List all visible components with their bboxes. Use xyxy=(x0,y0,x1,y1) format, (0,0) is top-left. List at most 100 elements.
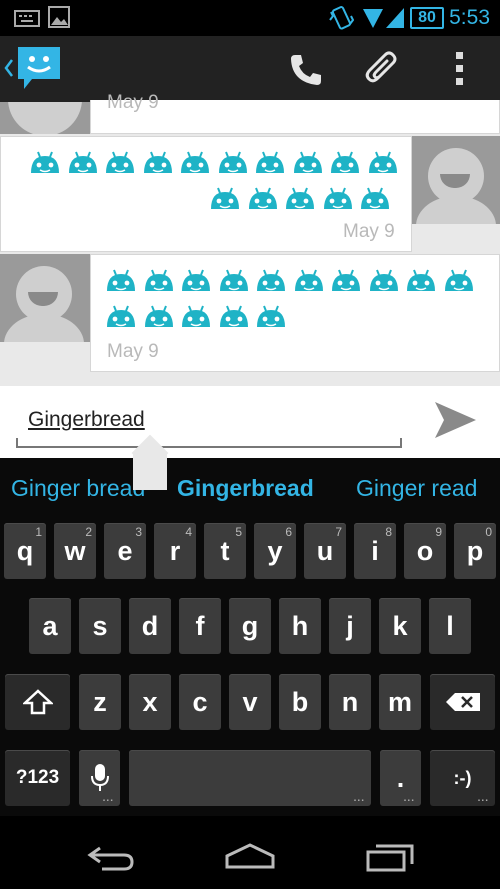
key-p[interactable]: p0 xyxy=(454,523,496,579)
emoji-group xyxy=(105,267,475,337)
recent-apps-icon[interactable] xyxy=(366,842,416,872)
action-bar xyxy=(0,36,500,102)
key-s-label: s xyxy=(92,610,108,641)
key-q[interactable]: q1 xyxy=(4,523,46,579)
android-emoji-icon xyxy=(255,267,287,298)
key-r[interactable]: r4 xyxy=(154,523,196,579)
key-a[interactable]: a xyxy=(29,598,71,654)
space-key[interactable]: ... xyxy=(129,750,371,806)
messaging-app-icon xyxy=(18,47,60,89)
send-icon[interactable] xyxy=(432,398,478,442)
key-m[interactable]: m xyxy=(379,674,421,730)
key-c[interactable]: c xyxy=(179,674,221,730)
backspace-icon xyxy=(445,693,480,711)
symbols-key[interactable]: ?123 xyxy=(5,750,70,806)
key-j[interactable]: j xyxy=(329,598,371,654)
key-d[interactable]: d xyxy=(129,598,171,654)
key-e[interactable]: e3 xyxy=(104,523,146,579)
clock: 5:53 xyxy=(449,6,490,29)
key-c-label: c xyxy=(192,686,208,717)
key-v[interactable]: v xyxy=(229,674,271,730)
android-emoji-icon xyxy=(367,149,399,180)
key-i[interactable]: i8 xyxy=(354,523,396,579)
message-bubble[interactable]: May 9 xyxy=(0,136,412,252)
suggestion-item[interactable]: Ginger bread xyxy=(11,475,145,502)
android-emoji-icon xyxy=(293,267,325,298)
conversation-list[interactable]: May 9 May 9 May 9 xyxy=(0,92,500,386)
key-z[interactable]: z xyxy=(79,674,121,730)
key-q-label: q xyxy=(16,535,34,566)
android-emoji-icon xyxy=(292,149,324,180)
android-emoji-icon xyxy=(29,149,61,180)
android-emoji-icon xyxy=(180,303,212,334)
key-i-label: i xyxy=(371,535,379,566)
android-emoji-icon xyxy=(105,303,137,334)
key-p-label: p xyxy=(466,535,484,566)
message-bubble[interactable]: May 9 xyxy=(90,92,500,134)
key-n[interactable]: n xyxy=(329,674,371,730)
paperclip-icon[interactable] xyxy=(362,50,402,90)
key-l-label: l xyxy=(446,610,454,641)
key-b-label: b xyxy=(291,686,309,717)
suggestion-item[interactable]: Ginger read xyxy=(356,475,477,502)
key-r-label: r xyxy=(169,535,181,566)
keyboard-icon xyxy=(14,10,40,27)
key-a-label: a xyxy=(42,610,58,641)
android-emoji-icon xyxy=(105,267,137,298)
key-y[interactable]: y6 xyxy=(254,523,296,579)
avatar[interactable] xyxy=(0,254,90,342)
key-s[interactable]: s xyxy=(79,598,121,654)
key-hint-number: 8 xyxy=(385,525,392,539)
shift-key[interactable] xyxy=(5,674,70,730)
voice-input-key[interactable]: ... xyxy=(79,750,120,806)
up-button[interactable] xyxy=(0,36,66,102)
avatar[interactable] xyxy=(412,136,500,224)
status-bar: 80 5:53 xyxy=(0,0,500,36)
text-cursor-handle[interactable] xyxy=(131,434,169,490)
key-f[interactable]: f xyxy=(179,598,221,654)
message-bubble[interactable]: May 9 xyxy=(90,254,500,372)
key-l[interactable]: l xyxy=(429,598,471,654)
android-emoji-icon xyxy=(67,149,99,180)
android-emoji-icon xyxy=(179,149,211,180)
key-k[interactable]: k xyxy=(379,598,421,654)
key-k-label: k xyxy=(392,610,408,641)
wifi-icon xyxy=(363,9,383,28)
key-hint-number: 0 xyxy=(485,525,492,539)
emoji-group xyxy=(29,149,399,219)
key-f-label: f xyxy=(195,610,205,641)
key-g[interactable]: g xyxy=(229,598,271,654)
smiley-key[interactable]: :-) ... xyxy=(430,750,495,806)
android-emoji-icon xyxy=(329,149,361,180)
android-emoji-icon xyxy=(180,267,212,298)
key-w[interactable]: w2 xyxy=(54,523,96,579)
key-u[interactable]: u7 xyxy=(304,523,346,579)
android-emoji-icon xyxy=(322,185,354,216)
battery-level: 80 xyxy=(418,9,436,26)
signal-icon xyxy=(386,8,404,28)
key-h[interactable]: h xyxy=(279,598,321,654)
key-t-label: t xyxy=(220,535,230,566)
key-o[interactable]: o9 xyxy=(404,523,446,579)
back-icon[interactable] xyxy=(86,844,136,872)
suggestion-item-primary[interactable]: Gingerbread xyxy=(177,475,314,502)
key-hint-number: 7 xyxy=(335,525,342,539)
android-emoji-icon xyxy=(443,267,475,298)
backspace-key[interactable] xyxy=(430,674,495,730)
key-z-label: z xyxy=(93,686,107,717)
key-hint-number: 5 xyxy=(235,525,242,539)
phone-icon[interactable] xyxy=(288,52,324,88)
home-icon[interactable] xyxy=(224,842,276,870)
period-key[interactable]: . ... xyxy=(380,750,421,806)
key-hint-number: 6 xyxy=(285,525,292,539)
key-b[interactable]: b xyxy=(279,674,321,730)
android-emoji-icon xyxy=(143,303,175,334)
android-emoji-icon xyxy=(142,149,174,180)
avatar[interactable] xyxy=(0,102,90,134)
microphone-icon xyxy=(90,764,109,791)
key-t[interactable]: t5 xyxy=(204,523,246,579)
key-y-label: y xyxy=(267,535,283,566)
vibrate-icon xyxy=(329,6,354,30)
key-x[interactable]: x xyxy=(129,674,171,730)
message-date: May 9 xyxy=(107,92,159,113)
